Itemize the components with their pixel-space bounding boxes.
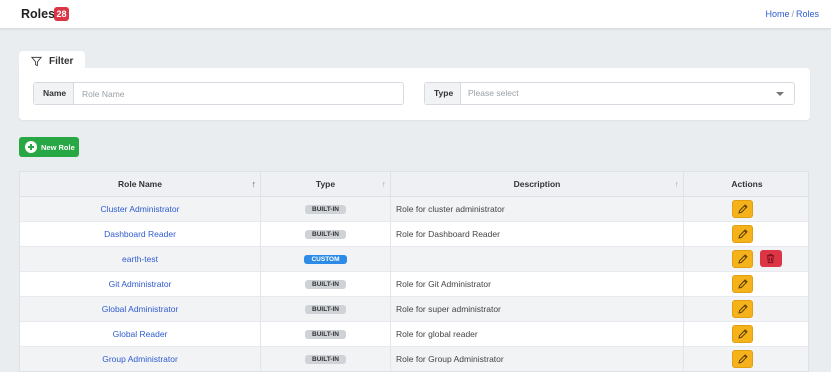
table-row: Global Reader BUILT-IN Role for global rea… (20, 322, 808, 347)
name-filter-label: Name (34, 83, 74, 104)
role-name-link[interactable]: Cluster Administrator (20, 197, 261, 221)
top-bar: Roles 28 Home / Roles (0, 0, 831, 29)
role-name-link[interactable]: Global Reader (20, 322, 261, 346)
type-filter-label: Type (425, 83, 461, 104)
type-cell: BUILT-IN (261, 297, 391, 321)
description-cell: Role for Group Administrator (391, 347, 684, 371)
breadcrumb-separator: / (791, 9, 794, 19)
table-header: Role Name ↑ Type ↑ Description ↑ Actions (20, 172, 808, 197)
description-cell: Role for Dashboard Reader (391, 222, 684, 246)
edit-button[interactable] (732, 200, 753, 218)
edit-button[interactable] (732, 275, 753, 293)
pencil-icon (738, 354, 748, 364)
name-filter-group: Name (33, 82, 404, 105)
actions-cell (684, 197, 808, 221)
pencil-icon (738, 304, 748, 314)
type-badge: BUILT-IN (305, 280, 346, 290)
sort-arrow-icon: ↑ (674, 179, 680, 189)
edit-button[interactable] (732, 325, 753, 343)
role-name-link[interactable]: Git Administrator (20, 272, 261, 296)
roles-count-badge: 28 (54, 7, 69, 21)
sort-arrow-icon: ↑ (251, 179, 257, 189)
column-header-role-name[interactable]: Role Name ↑ (20, 172, 261, 197)
role-name-link[interactable]: Global Administrator (20, 297, 261, 321)
table-row: earth-test CUSTOM (20, 247, 808, 272)
sort-arrow-icon: ↑ (381, 179, 387, 189)
actions-cell (684, 222, 808, 246)
role-name-link[interactable]: earth-test (20, 247, 261, 271)
edit-button[interactable] (732, 250, 753, 268)
chevron-down-icon (776, 92, 784, 96)
type-cell: BUILT-IN (261, 222, 391, 246)
type-cell: BUILT-IN (261, 197, 391, 221)
edit-button[interactable] (732, 350, 753, 368)
breadcrumb: Home / Roles (765, 9, 819, 19)
new-role-label: New Role (41, 143, 75, 152)
description-cell: Role for cluster administrator (391, 197, 684, 221)
actions-cell (684, 297, 808, 321)
breadcrumb-roles-link[interactable]: Roles (796, 9, 819, 19)
pencil-icon (738, 204, 748, 214)
type-cell: BUILT-IN (261, 272, 391, 296)
edit-button[interactable] (732, 225, 753, 243)
breadcrumb-home-link[interactable]: Home (765, 9, 789, 19)
page-title: Roles (21, 7, 56, 21)
column-header-label: Type (315, 179, 336, 189)
pencil-icon (738, 229, 748, 239)
description-cell: Role for super administrator (391, 297, 684, 321)
roles-table: Role Name ↑ Type ↑ Description ↑ Actions… (19, 171, 809, 372)
actions-cell (684, 272, 808, 296)
pencil-icon (738, 254, 748, 264)
type-cell: BUILT-IN (261, 347, 391, 371)
type-badge: BUILT-IN (305, 305, 346, 315)
filter-icon (31, 56, 42, 67)
column-header-label: Description (513, 179, 561, 189)
table-row: Git Administrator BUILT-IN Role for Git Ad… (20, 272, 808, 297)
role-name-input[interactable] (74, 83, 402, 104)
filter-tab-label: Filter (49, 56, 74, 67)
actions-cell (684, 347, 808, 371)
description-cell: Role for global reader (391, 322, 684, 346)
filter-panel: Name Type Please select (19, 68, 810, 120)
description-cell: Role for Git Administrator (391, 272, 684, 296)
table-row: Global Administrator BUILT-IN Role for sup… (20, 297, 808, 322)
type-badge: BUILT-IN (305, 330, 346, 340)
new-role-button[interactable]: New Role (19, 137, 79, 157)
trash-icon (766, 254, 775, 264)
delete-button[interactable] (760, 250, 782, 267)
column-header-actions: Actions (684, 172, 808, 197)
actions-cell (684, 322, 808, 346)
type-badge: CUSTOM (304, 255, 347, 265)
role-name-link[interactable]: Group Administrator (20, 347, 261, 371)
type-badge: BUILT-IN (305, 355, 346, 365)
actions-cell (684, 247, 808, 271)
pencil-icon (738, 279, 748, 289)
column-header-type[interactable]: Type ↑ (261, 172, 391, 197)
type-filter-group[interactable]: Type Please select (424, 82, 795, 105)
type-cell: BUILT-IN (261, 322, 391, 346)
type-badge: BUILT-IN (305, 230, 346, 240)
pencil-icon (738, 329, 748, 339)
edit-button[interactable] (732, 300, 753, 318)
type-cell: CUSTOM (261, 247, 391, 271)
table-row: Dashboard Reader BUILT-IN Role for Dashboa… (20, 222, 808, 247)
description-cell (391, 247, 684, 271)
table-row: Cluster Administrator BUILT-IN Role for cl… (20, 197, 808, 222)
table-row: Group Administrator BUILT-IN Role for Grou… (20, 347, 808, 371)
column-header-description[interactable]: Description ↑ (391, 172, 684, 197)
column-header-label: Actions (731, 179, 763, 189)
plus-circle-icon (25, 141, 37, 153)
type-select[interactable]: Please select (468, 83, 519, 104)
type-badge: BUILT-IN (305, 205, 346, 215)
column-header-label: Role Name (118, 179, 162, 189)
role-name-link[interactable]: Dashboard Reader (20, 222, 261, 246)
